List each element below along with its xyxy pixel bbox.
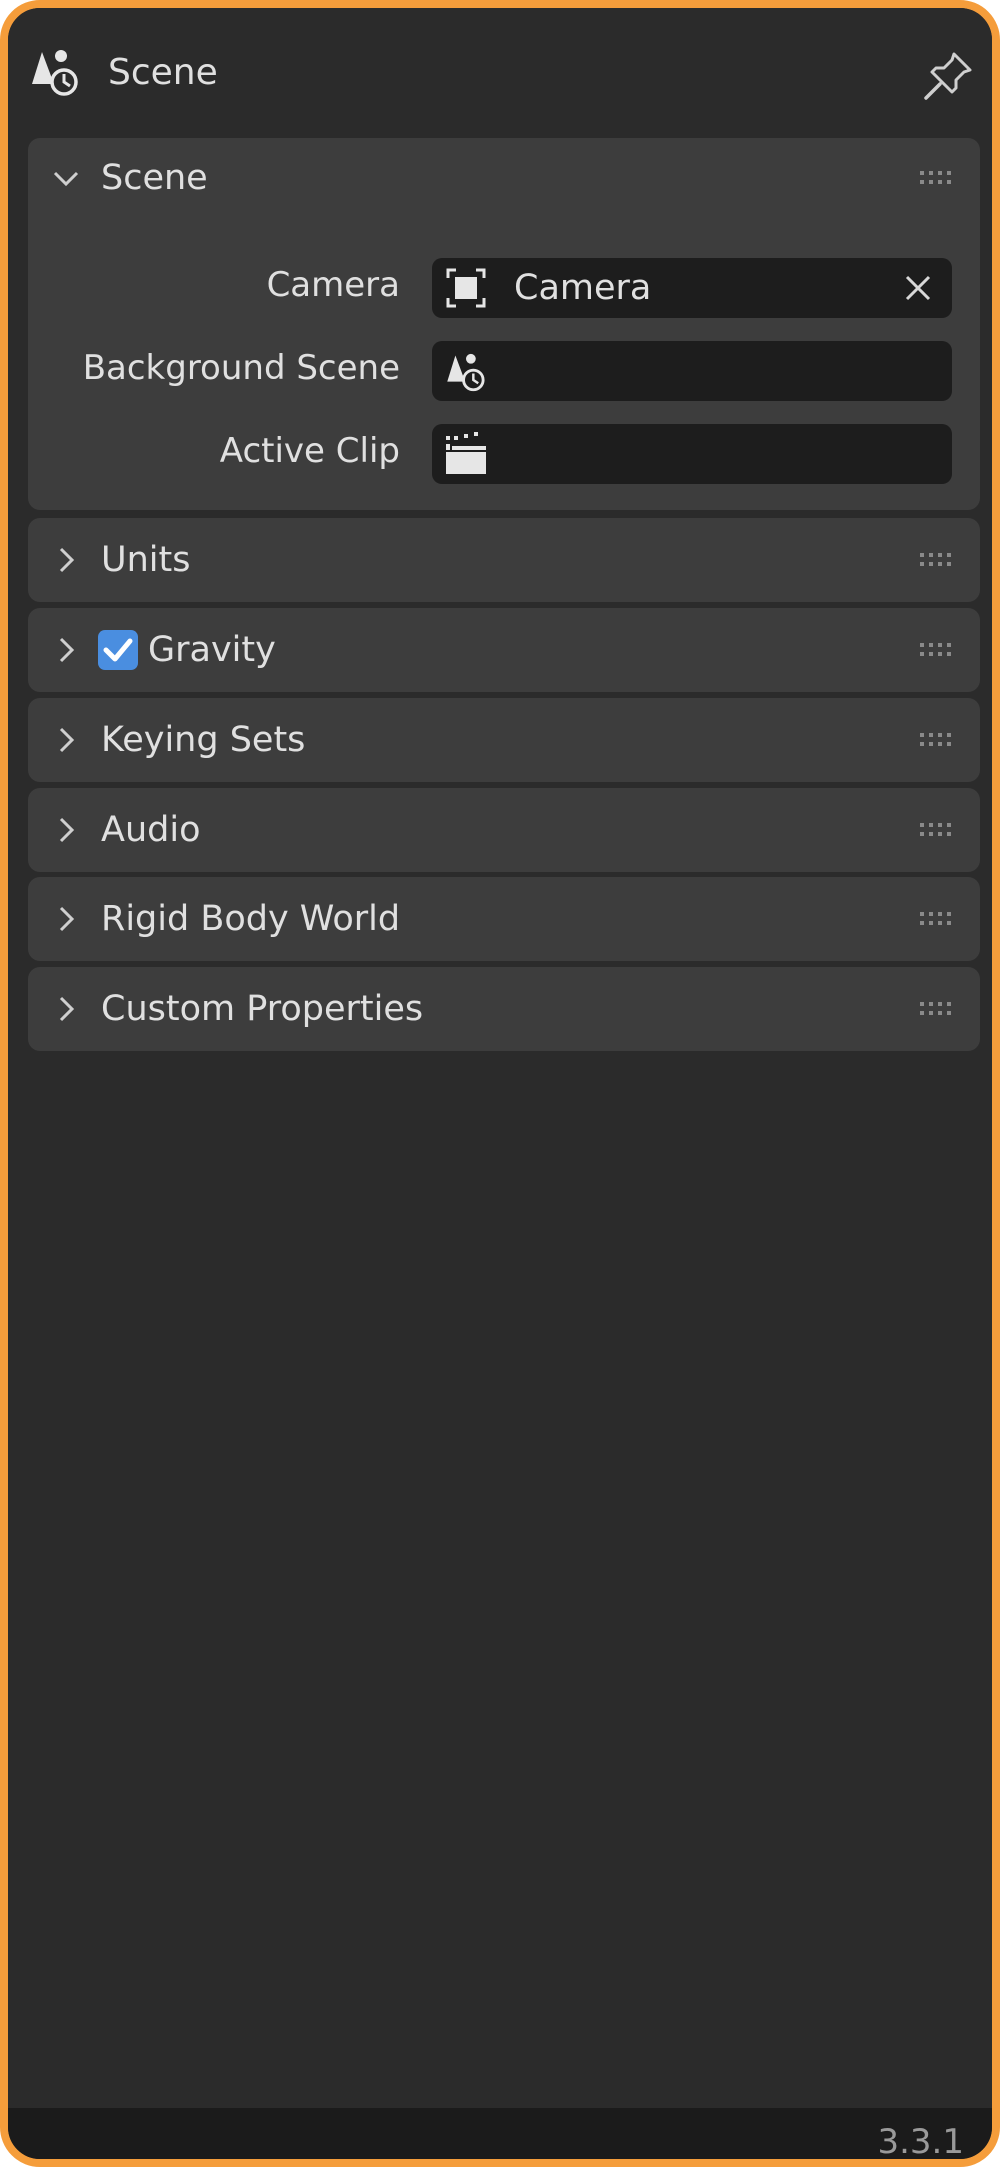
pin-icon[interactable]: [920, 48, 976, 104]
drag-handle-icon[interactable]: [918, 168, 958, 188]
drag-handle-icon[interactable]: [918, 999, 958, 1019]
scene-icon: [447, 353, 485, 392]
keying-sets-panel-title: Keying Sets: [101, 720, 306, 760]
drag-handle-icon[interactable]: [918, 730, 958, 750]
camera-value: Camera: [514, 268, 652, 308]
status-bar: 3.3.1: [8, 2108, 992, 2162]
units-panel-title: Units: [101, 540, 191, 580]
version-label: 3.3.1: [877, 2122, 964, 2162]
scene-icon: [32, 50, 78, 96]
movie-clip-icon: [446, 432, 486, 474]
scene-panel-header[interactable]: Scene: [28, 138, 980, 218]
scene-panel-title: Scene: [101, 158, 208, 198]
chevron-right-icon[interactable]: [52, 905, 80, 933]
active-clip-field[interactable]: [432, 424, 952, 484]
active-clip-label: Active Clip: [219, 431, 400, 471]
chevron-right-icon[interactable]: [52, 636, 80, 664]
custom-properties-panel[interactable]: Custom Properties: [28, 967, 980, 1051]
properties-editor: Scene Scene Camera Camera Background Sce…: [0, 0, 1000, 2167]
close-icon[interactable]: [902, 272, 934, 304]
camera-label: Camera: [266, 265, 400, 305]
audio-panel-title: Audio: [101, 810, 201, 850]
editor-header: Scene: [8, 8, 992, 144]
camera-object-icon: [446, 268, 486, 308]
scene-panel: Scene Camera Camera Background Scene Act…: [28, 138, 980, 510]
editor-title: Scene: [108, 52, 218, 93]
drag-handle-icon[interactable]: [918, 550, 958, 570]
drag-handle-icon[interactable]: [918, 820, 958, 840]
units-panel[interactable]: Units: [28, 518, 980, 602]
audio-panel[interactable]: Audio: [28, 788, 980, 872]
custom-properties-panel-title: Custom Properties: [101, 989, 424, 1029]
background-scene-field[interactable]: [432, 341, 952, 401]
gravity-panel[interactable]: Gravity: [28, 608, 980, 692]
chevron-right-icon[interactable]: [52, 546, 80, 574]
background-scene-label: Background Scene: [82, 348, 400, 388]
chevron-down-icon[interactable]: [52, 164, 80, 192]
drag-handle-icon[interactable]: [918, 640, 958, 660]
rigid-body-world-panel-title: Rigid Body World: [101, 899, 401, 939]
checkmark-icon: [103, 638, 133, 662]
chevron-right-icon[interactable]: [52, 816, 80, 844]
gravity-checkbox[interactable]: [98, 630, 138, 670]
gravity-panel-title: Gravity: [148, 630, 276, 670]
keying-sets-panel[interactable]: Keying Sets: [28, 698, 980, 782]
rigid-body-world-panel[interactable]: Rigid Body World: [28, 877, 980, 961]
drag-handle-icon[interactable]: [918, 909, 958, 929]
camera-field[interactable]: Camera: [432, 258, 952, 318]
chevron-right-icon[interactable]: [52, 995, 80, 1023]
chevron-right-icon[interactable]: [52, 726, 80, 754]
